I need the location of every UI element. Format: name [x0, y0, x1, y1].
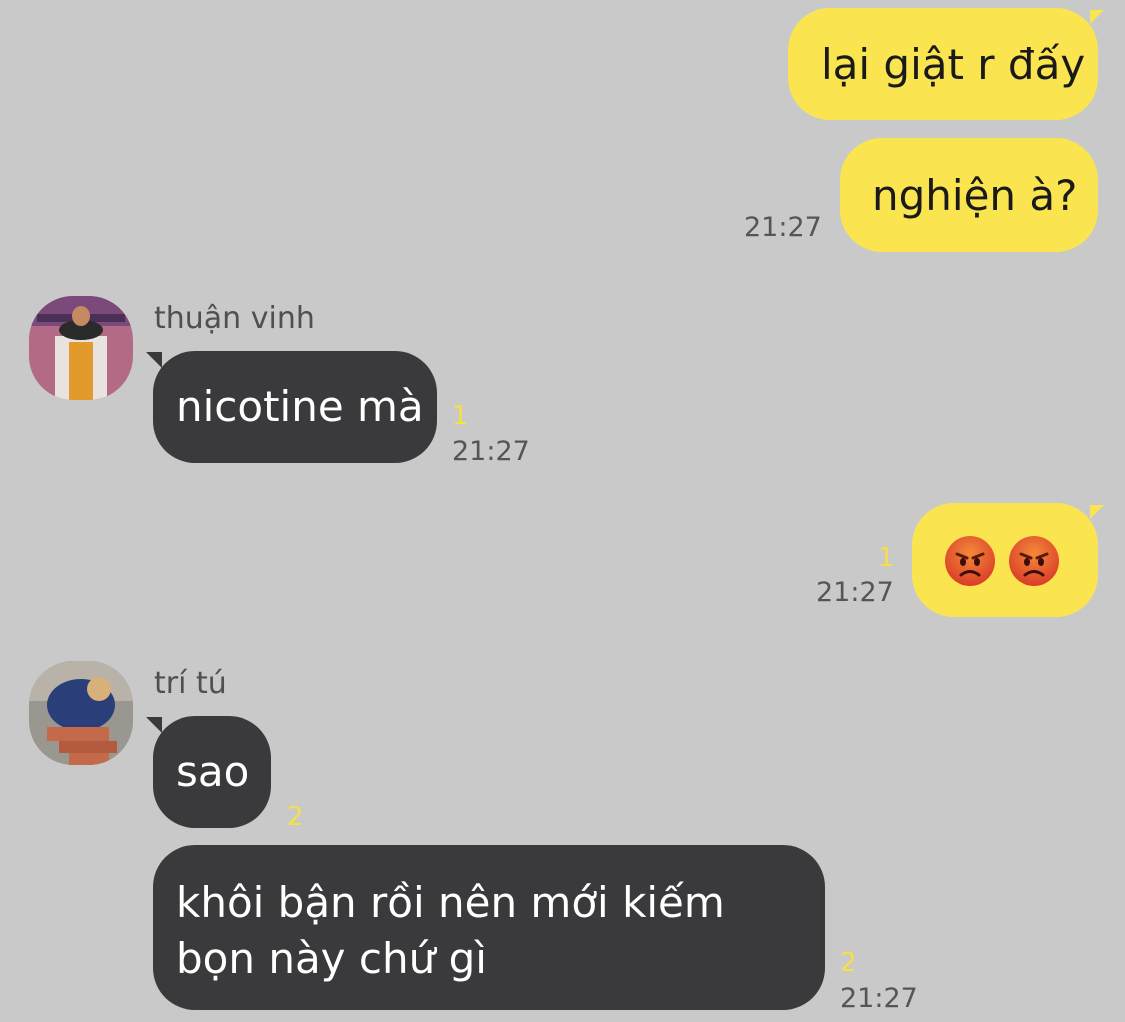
message-bubble-outgoing[interactable]: nghiện à?: [840, 138, 1098, 252]
bubble-tail: [146, 717, 162, 733]
message-timestamp: 21:27: [816, 577, 894, 608]
message-bubble-outgoing[interactable]: lại giật r đấy: [788, 8, 1098, 120]
bubble-tail: [1090, 10, 1104, 24]
angry-face-emoji: [945, 536, 995, 586]
message-timestamp: 21:27: [452, 436, 530, 467]
message-bubble-incoming[interactable]: nicotine mà: [153, 351, 437, 463]
message-text: khôi bận rồi nên mới kiếm bọn này chứ gì: [176, 878, 725, 983]
avatar-image: [29, 661, 133, 765]
avatar-image: [29, 296, 133, 400]
message-text: nicotine mà: [176, 382, 424, 431]
avatar-thuan-vinh[interactable]: [29, 296, 133, 400]
sender-name: trí tú: [154, 666, 227, 701]
unread-count: 1: [452, 401, 469, 431]
message-text: nghiện à?: [872, 171, 1078, 220]
message-bubble-incoming[interactable]: khôi bận rồi nên mới kiếm bọn này chứ gì: [153, 845, 825, 1010]
unread-count: 2: [287, 802, 304, 832]
message-bubble-outgoing-emoji[interactable]: [912, 503, 1098, 617]
message-timestamp: 21:27: [744, 212, 822, 243]
sender-name: thuận vinh: [154, 301, 315, 336]
message-timestamp: 21:27: [840, 983, 918, 1014]
bubble-tail: [1090, 505, 1104, 519]
bubble-tail: [146, 352, 162, 368]
message-text: sao: [176, 747, 250, 796]
unread-count: 1: [878, 543, 895, 573]
unread-count: 2: [840, 948, 857, 978]
avatar-tri-tu[interactable]: [29, 661, 133, 765]
message-bubble-incoming[interactable]: sao: [153, 716, 271, 828]
angry-face-emoji: [1009, 536, 1059, 586]
message-text: lại giật r đấy: [821, 40, 1086, 89]
